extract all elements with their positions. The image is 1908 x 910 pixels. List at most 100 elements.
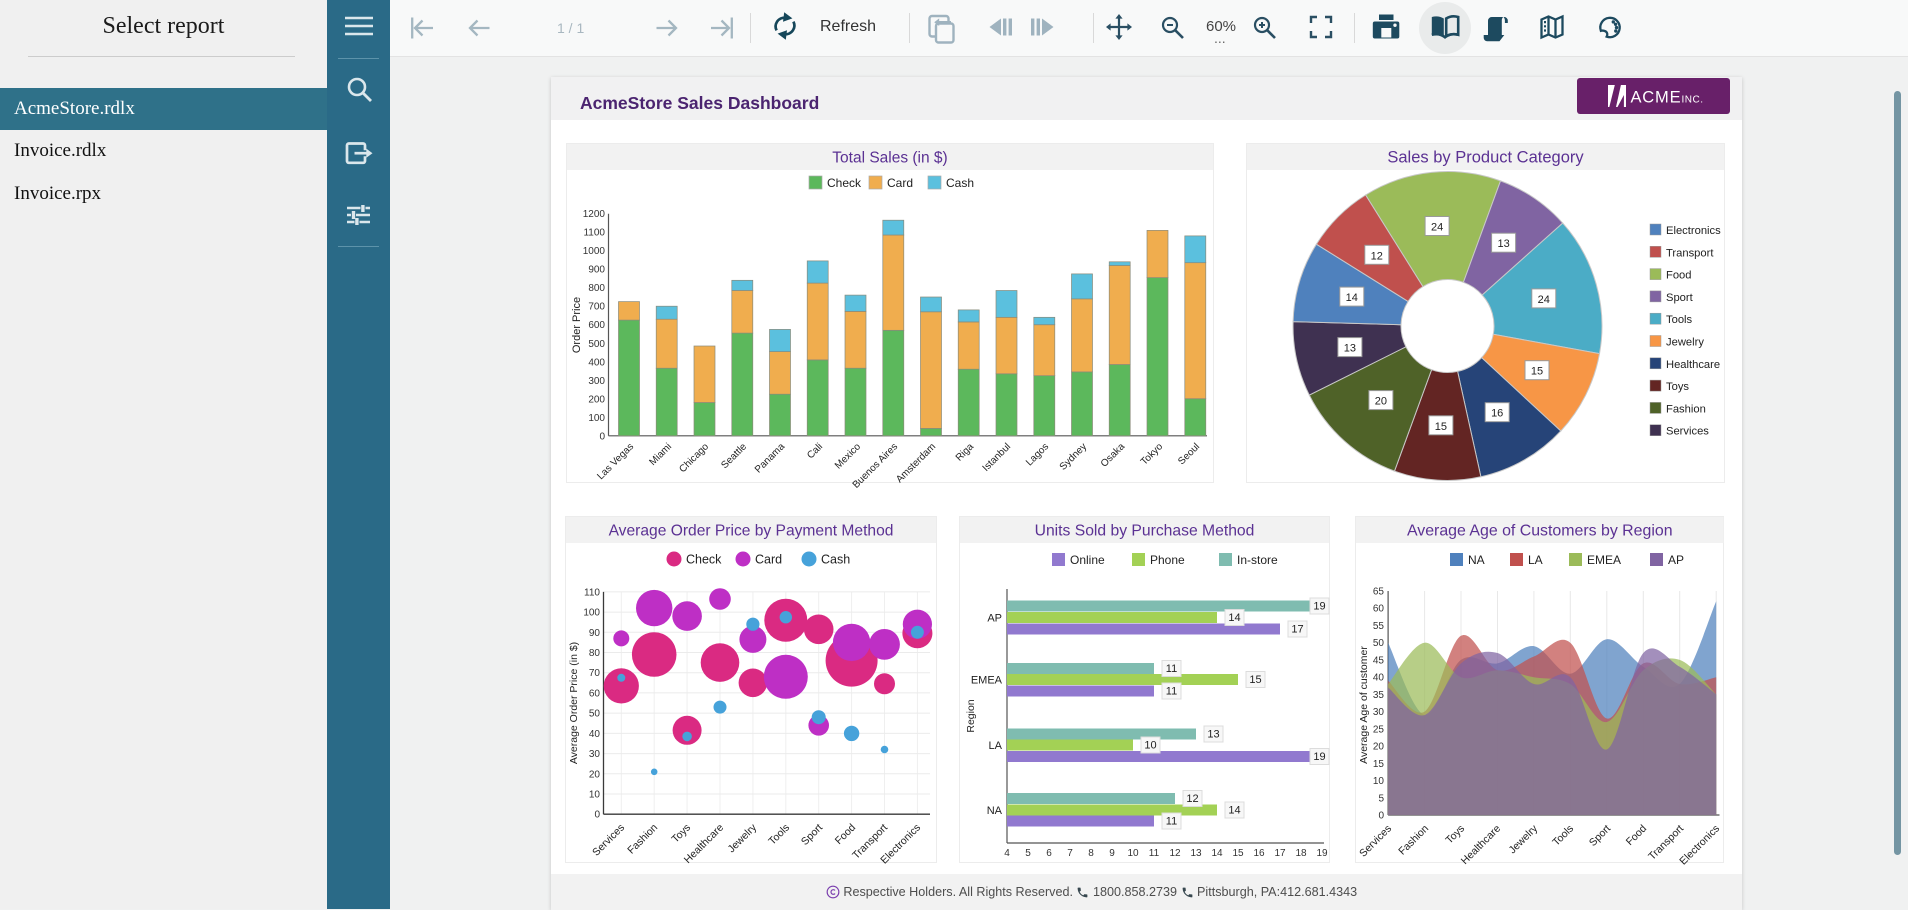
svg-text:7: 7: [1067, 848, 1073, 859]
svg-text:100: 100: [583, 608, 600, 619]
svg-text:Tools: Tools: [766, 822, 792, 848]
svg-text:13: 13: [1344, 343, 1356, 355]
svg-text:Cash: Cash: [946, 176, 974, 190]
svg-text:70: 70: [589, 668, 601, 679]
svg-text:30: 30: [589, 749, 601, 760]
svg-text:24: 24: [1538, 294, 1550, 306]
svg-text:16: 16: [1253, 848, 1265, 859]
svg-text:1000: 1000: [583, 246, 606, 257]
svg-text:400: 400: [588, 357, 605, 368]
svg-text:13: 13: [1497, 238, 1509, 250]
svg-text:0: 0: [599, 431, 605, 442]
svg-text:Food: Food: [833, 822, 859, 848]
svg-text:Chicago: Chicago: [677, 441, 711, 475]
svg-text:1200: 1200: [583, 209, 606, 220]
svg-text:18: 18: [1295, 848, 1307, 859]
svg-text:65: 65: [1372, 587, 1384, 598]
svg-text:6: 6: [1046, 848, 1052, 859]
svg-text:INC.: INC.: [1682, 95, 1704, 106]
svg-text:Transport: Transport: [1666, 247, 1714, 259]
svg-text:55: 55: [1372, 621, 1384, 632]
svg-text:AP: AP: [987, 613, 1002, 625]
svg-text:11: 11: [1149, 848, 1160, 859]
svg-text:Total Sales (in $): Total Sales (in $): [832, 150, 947, 167]
svg-text:Amsterdam: Amsterdam: [894, 441, 938, 485]
svg-text:LA: LA: [1528, 553, 1543, 567]
svg-text:Tokyo: Tokyo: [1139, 441, 1166, 468]
svg-text:10: 10: [1372, 776, 1384, 787]
svg-text:Units Sold by Purchase Method: Units Sold by Purchase Method: [1035, 523, 1255, 540]
svg-text:Sport: Sport: [1586, 823, 1612, 849]
svg-text:Healthcare: Healthcare: [1458, 823, 1503, 868]
svg-text:Average Order Price (in $): Average Order Price (in $): [568, 642, 580, 764]
svg-text:Panama: Panama: [753, 441, 787, 475]
svg-text:Miami: Miami: [647, 441, 674, 468]
svg-text:14: 14: [1346, 292, 1358, 304]
svg-text:90: 90: [589, 628, 601, 639]
svg-text:Cash: Cash: [821, 553, 850, 567]
svg-text:AP: AP: [1668, 553, 1684, 567]
svg-text:Istanbul: Istanbul: [981, 441, 1014, 474]
svg-text:50: 50: [589, 709, 601, 720]
svg-text:14: 14: [1211, 848, 1223, 859]
svg-text:11: 11: [1166, 816, 1177, 828]
svg-text:800: 800: [588, 283, 605, 294]
svg-text:Toys: Toys: [1666, 381, 1689, 393]
svg-text:40: 40: [589, 729, 601, 740]
svg-text:Riga: Riga: [954, 441, 977, 464]
svg-text:Region: Region: [965, 699, 977, 732]
svg-text:In-store: In-store: [1237, 553, 1278, 567]
svg-text:500: 500: [588, 339, 605, 350]
svg-text:4: 4: [1004, 848, 1010, 859]
svg-text:Tools: Tools: [1666, 314, 1693, 326]
svg-text:Services: Services: [590, 822, 627, 859]
svg-text:16: 16: [1491, 408, 1503, 420]
svg-text:10: 10: [589, 790, 601, 801]
svg-text:15: 15: [1372, 759, 1384, 770]
svg-text:Toys: Toys: [1443, 823, 1467, 847]
svg-text:15: 15: [1249, 674, 1261, 686]
svg-text:LA: LA: [989, 740, 1003, 752]
svg-text:Cali: Cali: [805, 441, 825, 461]
svg-text:110: 110: [584, 587, 600, 598]
svg-text:14: 14: [1228, 612, 1240, 624]
svg-text:11: 11: [1166, 686, 1177, 698]
svg-text:300: 300: [588, 376, 605, 387]
svg-text:80: 80: [589, 648, 601, 659]
svg-text:Average Age of Customers by Re: Average Age of Customers by Region: [1406, 523, 1672, 540]
svg-text:25: 25: [1372, 724, 1384, 735]
svg-text:Sport: Sport: [799, 822, 825, 848]
svg-text:Services: Services: [1666, 426, 1709, 438]
svg-text:15: 15: [1232, 848, 1244, 859]
svg-text:5: 5: [1378, 793, 1384, 804]
svg-text:0: 0: [594, 810, 600, 821]
svg-text:13: 13: [1207, 729, 1219, 741]
svg-text:Healthcare: Healthcare: [1666, 359, 1720, 371]
svg-text:Check: Check: [827, 176, 862, 190]
svg-text:700: 700: [588, 302, 605, 313]
svg-text:Jewelry: Jewelry: [1506, 822, 1540, 856]
svg-text:17: 17: [1274, 848, 1286, 859]
svg-text:24: 24: [1431, 222, 1443, 234]
svg-text:50: 50: [1372, 638, 1384, 649]
svg-text:35: 35: [1372, 690, 1384, 701]
svg-text:Food: Food: [1666, 270, 1692, 282]
svg-text:12: 12: [1169, 848, 1181, 859]
svg-text:10: 10: [1144, 740, 1156, 752]
svg-text:19: 19: [1313, 601, 1325, 613]
svg-text:NA: NA: [1468, 553, 1485, 567]
svg-text:Seoul: Seoul: [1176, 441, 1202, 467]
svg-text:200: 200: [588, 394, 605, 405]
svg-text:15: 15: [1531, 366, 1543, 378]
svg-text:Card: Card: [887, 176, 913, 190]
svg-text:Fashion: Fashion: [1666, 403, 1706, 415]
svg-text:900: 900: [588, 265, 605, 276]
svg-text:20: 20: [1372, 742, 1384, 753]
svg-text:8: 8: [1088, 848, 1094, 859]
svg-text:Order Price: Order Price: [571, 297, 583, 353]
svg-text:ACME: ACME: [1631, 89, 1682, 107]
svg-text:15: 15: [1435, 421, 1447, 433]
svg-text:Average Age of customer: Average Age of customer: [1358, 646, 1370, 764]
svg-text:EMEA: EMEA: [971, 675, 1003, 687]
svg-text:Sales by Product Category: Sales by Product Category: [1387, 149, 1584, 167]
